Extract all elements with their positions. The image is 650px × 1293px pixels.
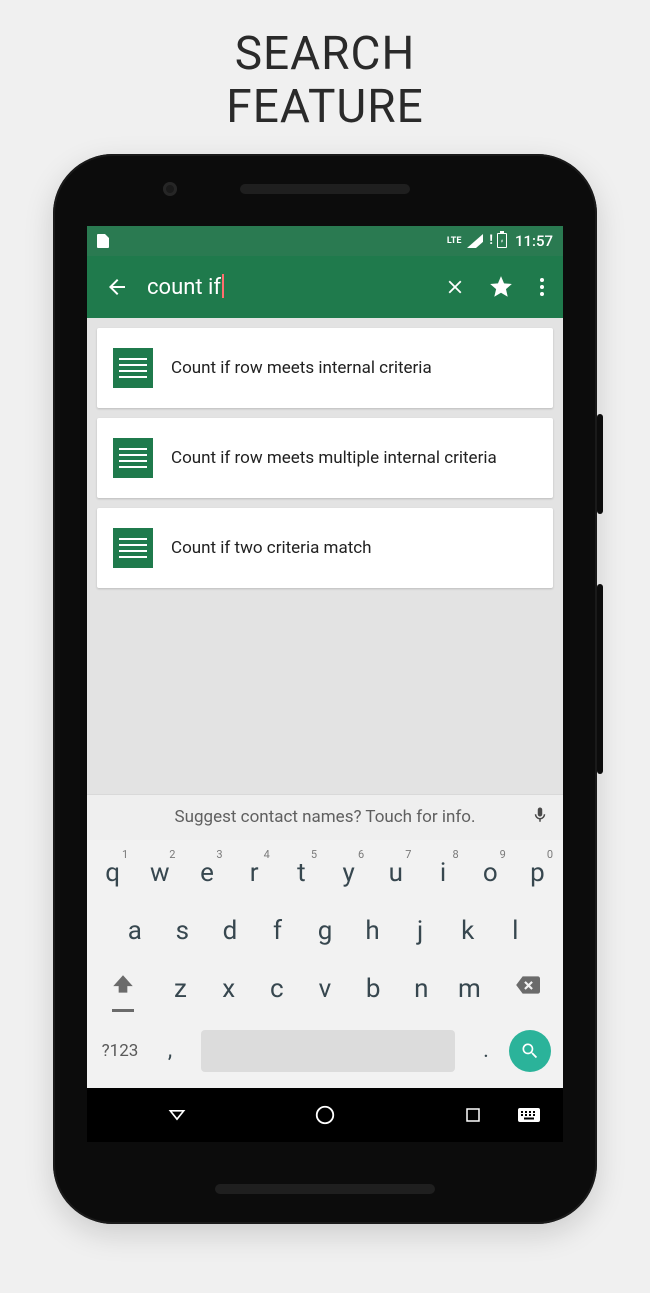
key-i[interactable]: i8 [419,844,466,902]
key-l[interactable]: l [492,902,540,960]
nav-keyboard-switch-button[interactable] [517,1103,541,1127]
key-g[interactable]: g [301,902,349,960]
phone-frame: LTE ! 11:57 count if Co [53,154,597,1224]
status-clock: 11:57 [515,232,553,250]
key-z[interactable]: z [156,960,204,1018]
nav-back-button[interactable] [165,1103,189,1127]
list-doc-icon [113,528,153,568]
key-h[interactable]: h [349,902,397,960]
key-t[interactable]: t5 [278,844,325,902]
key-j[interactable]: j [396,902,444,960]
favorite-button[interactable] [485,271,517,303]
key-u[interactable]: u7 [372,844,419,902]
search-icon [520,1041,540,1061]
key-o[interactable]: o9 [467,844,514,902]
close-icon [444,276,466,298]
key-k[interactable]: k [444,902,492,960]
sdcard-icon [97,234,109,248]
triangle-down-icon [167,1105,187,1125]
more-vert-icon [532,278,552,296]
text-cursor [222,274,224,298]
comma-key[interactable]: , [153,1022,187,1080]
key-v[interactable]: v [301,960,349,1018]
key-a[interactable]: a [111,902,159,960]
key-c[interactable]: c [253,960,301,1018]
key-n[interactable]: n [397,960,445,1018]
search-result-item[interactable]: Count if row meets multiple internal cri… [97,418,553,498]
key-m[interactable]: m [445,960,493,1018]
key-p[interactable]: p0 [514,844,561,902]
network-label: LTE [447,236,462,246]
mic-icon [531,804,549,826]
battery-charging-icon [497,233,507,248]
star-icon [488,274,514,300]
search-result-item[interactable]: Count if row meets internal criteria [97,328,553,408]
key-w[interactable]: w2 [136,844,183,902]
key-q[interactable]: q1 [89,844,136,902]
promo-title: SEARCH FEATURE [226,28,423,134]
nav-recents-button[interactable] [461,1103,485,1127]
voice-input-button[interactable] [531,804,549,831]
phone-bottom-speaker [215,1184,435,1194]
search-app-bar: count if [87,256,563,318]
key-e[interactable]: e3 [183,844,230,902]
suggestion-text: Suggest contact names? Touch for info. [175,807,476,827]
square-icon [464,1106,482,1124]
key-r[interactable]: r4 [231,844,278,902]
key-f[interactable]: f [254,902,302,960]
key-s[interactable]: s [159,902,207,960]
backspace-key[interactable] [494,960,561,1018]
key-y[interactable]: y6 [325,844,372,902]
shift-key[interactable] [89,960,156,1018]
list-doc-icon [113,438,153,478]
back-button[interactable] [101,271,133,303]
search-result-item[interactable]: Count if two criteria match [97,508,553,588]
phone-screen: LTE ! 11:57 count if Co [87,226,563,1142]
keyboard-suggestion-bar[interactable]: Suggest contact names? Touch for info. [87,794,563,840]
phone-front-camera [163,182,177,196]
circle-icon [314,1104,336,1126]
exclaim-icon: ! [489,233,493,248]
android-nav-bar [87,1088,563,1142]
nav-home-button[interactable] [313,1103,337,1127]
search-value: count if [147,275,221,300]
on-screen-keyboard: q1w2e3r4t5y6u7i8o9p0 asdfghjkl zxcvbnm ?… [87,840,563,1088]
keyboard-icon [517,1106,541,1124]
list-doc-icon [113,348,153,388]
clear-search-button[interactable] [439,271,471,303]
spacebar-key[interactable] [201,1030,455,1072]
backspace-icon [514,972,540,1005]
signal-icon [467,234,483,248]
overflow-menu-button[interactable] [531,271,553,303]
result-title: Count if row meets internal criteria [171,358,432,378]
arrow-left-icon [105,275,129,299]
result-title: Count if two criteria match [171,538,372,558]
status-bar: LTE ! 11:57 [87,226,563,256]
symbols-key[interactable]: ?123 [93,1041,147,1061]
search-results-list: Count if row meets internal criteria Coun… [87,318,563,598]
key-b[interactable]: b [349,960,397,1018]
key-d[interactable]: d [206,902,254,960]
search-enter-key[interactable] [509,1030,551,1072]
key-x[interactable]: x [205,960,253,1018]
shift-icon [110,972,136,1005]
search-input[interactable]: count if [147,274,425,300]
result-title: Count if row meets multiple internal cri… [171,448,497,468]
phone-earpiece [240,184,410,194]
period-key[interactable]: . [469,1022,503,1080]
